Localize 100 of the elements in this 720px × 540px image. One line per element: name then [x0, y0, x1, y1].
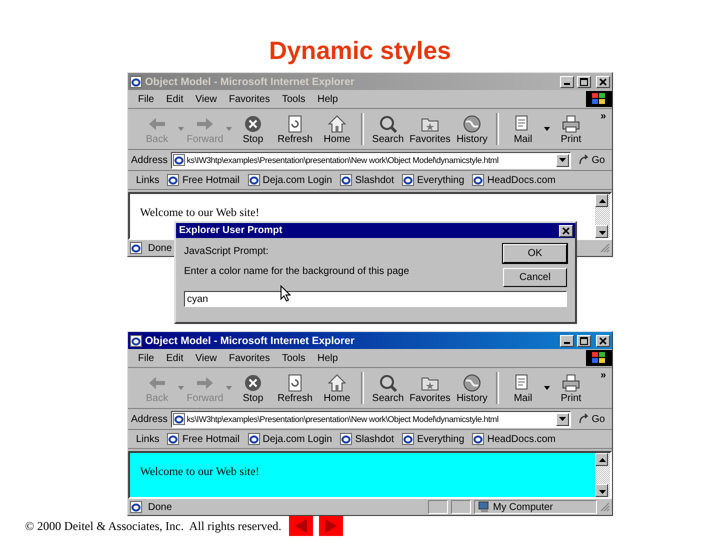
page-icon [340, 433, 352, 445]
minimize-button[interactable] [560, 76, 574, 88]
toolbar-button[interactable]: Home [316, 372, 358, 404]
previous-button[interactable] [289, 516, 314, 536]
toolbar-button[interactable]: Stop [232, 114, 274, 144]
page-icon [340, 174, 352, 186]
next-button[interactable] [319, 516, 344, 536]
zone-text: My Computer [493, 502, 554, 512]
status-pane [428, 500, 448, 514]
page-icon [248, 174, 260, 186]
caret-icon[interactable] [544, 386, 550, 390]
link-item[interactable]: HeadDocs.com [472, 433, 556, 445]
go-button[interactable]: Go [574, 413, 609, 425]
close-icon [562, 226, 570, 234]
printer-icon [561, 372, 581, 392]
caret-icon[interactable] [544, 126, 550, 130]
right-triangle-icon [323, 519, 340, 533]
toolbar-button[interactable]: Search [367, 372, 409, 404]
menu-item[interactable]: Tools [282, 352, 306, 364]
dropdown-button[interactable] [556, 154, 569, 166]
dialog-button[interactable]: Cancel [503, 268, 567, 287]
link-item[interactable]: Slashdot [340, 174, 394, 186]
scroll-down-button[interactable] [595, 484, 608, 497]
arrow-icon [578, 413, 590, 425]
link-item[interactable]: HeadDocs.com [472, 174, 556, 186]
globe-icon [462, 114, 482, 134]
page-icon [167, 433, 180, 445]
links-label: Links [136, 174, 160, 186]
scroll-down-button[interactable] [595, 225, 608, 238]
menu-item[interactable]: File [138, 94, 154, 104]
menu-item[interactable]: Favorites [228, 94, 270, 104]
toolbar-button[interactable]: Refresh [274, 114, 316, 144]
toolbar-button[interactable]: Print [550, 372, 592, 404]
toolbar-button[interactable]: Mail [502, 372, 544, 404]
close-button[interactable] [596, 334, 610, 346]
address-field[interactable]: ks\IW3htp\examples\Presentation\presentation\New work\Object Model\dynamicstyle.html [170, 152, 571, 168]
left-triangle-icon [293, 519, 310, 533]
input-field[interactable]: cyan [184, 291, 567, 307]
toolbar-button[interactable]: Refresh [274, 372, 316, 404]
maximize-button[interactable] [577, 76, 591, 88]
dialog-button[interactable]: OK [503, 244, 567, 263]
maximize-icon [580, 336, 588, 344]
close-button[interactable] [559, 224, 573, 236]
window-title: Object Model - Microsoft Internet Explorer [145, 334, 356, 346]
links-label: Links [136, 434, 160, 444]
minimize-button[interactable] [560, 334, 574, 346]
toolbar-button[interactable]: History [451, 372, 493, 404]
link-item[interactable]: Everything [402, 174, 464, 186]
menu-item[interactable]: Edit [166, 94, 184, 104]
toolbar-button[interactable]: Favorites [409, 372, 451, 404]
caret-icon [558, 158, 566, 162]
caret-icon [558, 417, 566, 421]
go-button[interactable]: Go [574, 154, 609, 166]
prompt-message: Enter a color name for the background of this page [184, 266, 410, 277]
close-button[interactable] [596, 76, 610, 88]
toolbar-button[interactable]: Home [316, 114, 358, 144]
link-item[interactable]: Slashdot [340, 433, 394, 445]
menu-item[interactable]: View [195, 352, 217, 364]
link-item[interactable]: Free Hotmail [167, 433, 240, 445]
close-icon [599, 336, 607, 344]
link-item[interactable]: Deja.com Login [248, 433, 332, 445]
scroll-up-button[interactable] [595, 453, 608, 466]
menu-item[interactable]: Edit [166, 352, 184, 364]
resize-grip-icon[interactable] [600, 243, 610, 253]
menu-item[interactable]: View [195, 94, 217, 104]
menu-item[interactable]: Help [317, 94, 338, 104]
house-icon [327, 372, 347, 392]
arrow-icon [578, 154, 590, 166]
scrollbar[interactable] [595, 453, 610, 497]
scroll-up-button[interactable] [595, 194, 608, 207]
toolbar-button[interactable]: History [451, 114, 493, 144]
browser-icon [130, 76, 142, 88]
maximize-button[interactable] [577, 334, 591, 346]
minimize-icon [564, 83, 570, 85]
house-icon [327, 114, 347, 134]
address-field[interactable]: ks\IW3htp\examples\Presentation\presentation\New work\Object Model\dynamicstyle.html [170, 410, 571, 428]
more-button[interactable]: » [600, 370, 606, 381]
menu-item[interactable]: Tools [282, 94, 306, 104]
address-label: Address [131, 414, 168, 424]
toolbar-button[interactable]: Mail [502, 114, 544, 144]
toolbar-button[interactable]: Search [367, 114, 409, 144]
link-item[interactable]: Deja.com Login [248, 174, 332, 186]
scrollbar[interactable] [595, 194, 610, 238]
dropdown-button[interactable] [556, 412, 569, 426]
link-item[interactable]: Everything [402, 433, 464, 445]
more-button[interactable]: » [600, 111, 606, 122]
link-item[interactable]: Free Hotmail [167, 174, 240, 186]
toolbar-button[interactable]: Favorites [409, 114, 451, 144]
menu-item[interactable]: Favorites [228, 352, 270, 364]
status-pane [451, 500, 471, 514]
printer-icon [561, 114, 581, 134]
toolbar-button[interactable]: Print [550, 114, 592, 144]
address-label: Address [131, 154, 168, 166]
page-icon [172, 154, 185, 166]
status-text: Done [148, 502, 172, 512]
toolbar-button[interactable]: Stop [232, 372, 274, 404]
resize-grip-icon[interactable] [600, 502, 610, 512]
slide-title: Dynamic styles [268, 36, 452, 67]
menu-item[interactable]: File [138, 352, 154, 364]
menu-item[interactable]: Help [317, 352, 338, 364]
